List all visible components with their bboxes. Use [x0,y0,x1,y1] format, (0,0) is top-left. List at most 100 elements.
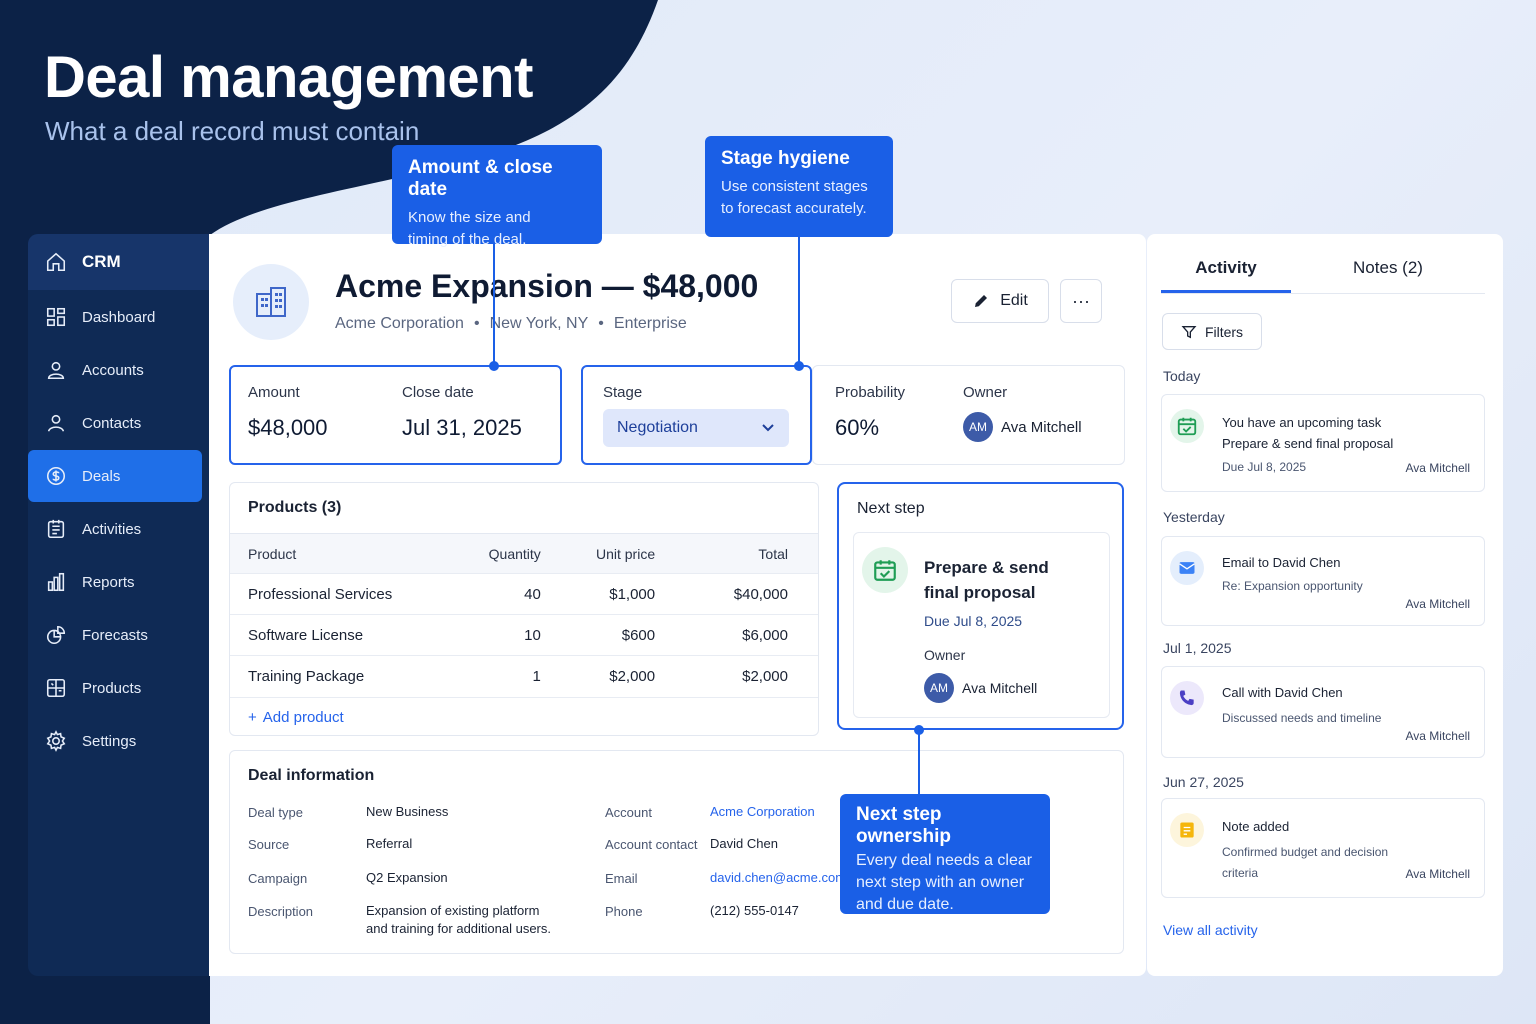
activity-line: Call with David Chen [1222,685,1343,700]
callout-anchor [489,361,499,371]
activity-title: Prepare & send final proposal [1222,436,1394,451]
close-date-label: Close date [402,384,474,401]
activity-line: You have an upcoming task [1222,415,1382,430]
table-header: Product Quantity Unit price Total [230,533,818,574]
group-heading: Jul 1, 2025 [1163,640,1232,656]
callout-connector [493,244,495,365]
owner-name: Ava Mitchell [1001,418,1082,436]
avatar: AM [924,673,954,703]
product-name: Training Package [230,655,440,697]
company-logo [233,264,309,340]
note-icon [1170,813,1204,847]
email-link[interactable]: david.chen@acme.com [710,869,846,887]
account-link[interactable]: Acme Corporation [710,803,815,821]
products-title: Products (3) [248,499,342,516]
next-step-owner-name: Ava Mitchell [962,680,1038,696]
bar-chart-icon [44,570,68,594]
amount-value[interactable]: $48,000 [248,415,328,441]
next-step-card[interactable]: Prepare & send final proposal Due Jul 8,… [853,532,1110,718]
stage-select[interactable]: Negotiation [603,409,789,447]
column-header[interactable]: Unit price [540,533,656,574]
column-header[interactable]: Product [230,533,440,574]
more-options-button[interactable]: ··· [1060,279,1102,323]
building-icon [256,287,286,317]
view-all-activity-link[interactable]: View all activity [1163,922,1258,938]
activity-item[interactable]: Note added Confirmed budget and decision… [1161,798,1485,898]
group-heading: Today [1163,368,1201,384]
activity-item[interactable]: You have an upcoming task Prepare & send… [1161,394,1485,492]
clipboard-icon [44,517,68,541]
page-subtitle: What a deal record must contain [45,116,420,146]
activity-item[interactable]: Call with David Chen Discussed needs and… [1161,666,1485,758]
sidebar-home[interactable]: CRM [28,234,210,290]
sidebar-item-reports[interactable]: Reports [28,556,210,608]
deal-company[interactable]: Acme Corporation [335,315,464,333]
sidebar-item-label: Settings [82,732,137,750]
callout-body: Every deal needs a clear [856,852,1033,869]
tab-activity[interactable]: Activity [1161,254,1291,293]
callout-title: Next step ownership [856,804,952,847]
tab-notes[interactable]: Notes (2) [1291,254,1485,293]
edit-button[interactable]: Edit [951,279,1049,323]
owner-chip[interactable]: AM Ava Mitchell [963,412,1082,442]
group-heading: Yesterday [1163,509,1225,525]
activity-tabs: Activity Notes (2) [1161,254,1485,294]
sidebar-item-products[interactable]: Products [28,662,210,714]
callout-body: Know the size and [408,209,531,226]
sidebar-item-forecasts[interactable]: Forecasts [28,609,210,661]
sidebar-item-label: Accounts [82,361,144,379]
product-quantity: 40 [440,573,541,615]
close-date-value[interactable]: Jul 31, 2025 [402,415,522,441]
product-quantity: 1 [440,655,541,697]
phone-value: (212) 555-0147 [710,903,799,918]
product-unit-price: $2,000 [540,655,656,697]
activity-item[interactable]: Email to David Chen Re: Expansion opport… [1161,536,1485,626]
dashboard-icon [44,305,68,329]
next-step-owner-label: Owner [924,647,966,663]
callout-body: next step with an owner [856,874,1025,891]
account-label: Account [605,805,652,820]
box-icon [44,676,68,700]
activity-sub: criteria [1222,866,1259,880]
product-quantity: 10 [440,614,541,656]
sidebar-item-label: Contacts [82,414,142,432]
callout-stage-hygiene: Stage hygiene Use consistent stages to f… [705,136,893,237]
stage-box: Stage Negotiation [581,365,812,465]
callout-connector [918,730,920,794]
table-row[interactable]: Training Package 1 $2,000 $2,000 [230,655,818,697]
next-step-owner[interactable]: AM Ava Mitchell [924,673,1037,703]
product-total: $6,000 [655,614,818,656]
dollar-icon [44,464,68,488]
campaign-value: Q2 Expansion [366,870,448,885]
probability-label: Probability [835,384,906,401]
description-label: Description [248,904,314,919]
filters-button[interactable]: Filters [1162,313,1262,350]
activity-sub: Re: Expansion opportunity [1222,579,1363,593]
sidebar-item-activities[interactable]: Activities [28,503,210,555]
sidebar-item-label: Dashboard [82,308,156,326]
sidebar-item-dashboard[interactable]: Dashboard [28,291,210,343]
sidebar: CRM Dashboard Accounts Contacts Deals Ac… [28,234,210,976]
activity-line: Note added [1222,819,1290,834]
column-header[interactable]: Quantity [440,533,541,574]
phone-icon [1170,681,1204,715]
table-row[interactable]: Software License 10 $600 $6,000 [230,614,818,656]
sidebar-item-accounts[interactable]: Accounts [28,344,210,396]
deal-title: Acme Expansion — $48,000 [335,268,759,304]
app-name: CRM [82,252,121,271]
callout-body: to forecast accurately. [721,200,867,217]
callout-next-step-ownership: Next step ownership Every deal needs a c… [840,794,1050,914]
add-product-button[interactable]: + Add product [230,696,818,737]
forecast-icon [44,623,68,647]
probability-value[interactable]: 60% [835,415,879,441]
sidebar-item-contacts[interactable]: Contacts [28,397,210,449]
amount-close-box: Amount $48,000 Close date Jul 31, 2025 [229,365,562,465]
products-table: Product Quantity Unit price Total Profes… [230,533,818,697]
activity-owner: Ava Mitchell [1405,461,1470,475]
sidebar-item-deals[interactable]: Deals [28,450,202,502]
next-step-panel: Next step Prepare & send final proposal … [837,482,1124,730]
table-row[interactable]: Professional Services 40 $1,000 $40,000 [230,573,818,615]
column-header[interactable]: Total [655,533,818,574]
edit-label: Edit [1000,292,1028,309]
sidebar-item-settings[interactable]: Settings [28,715,210,767]
